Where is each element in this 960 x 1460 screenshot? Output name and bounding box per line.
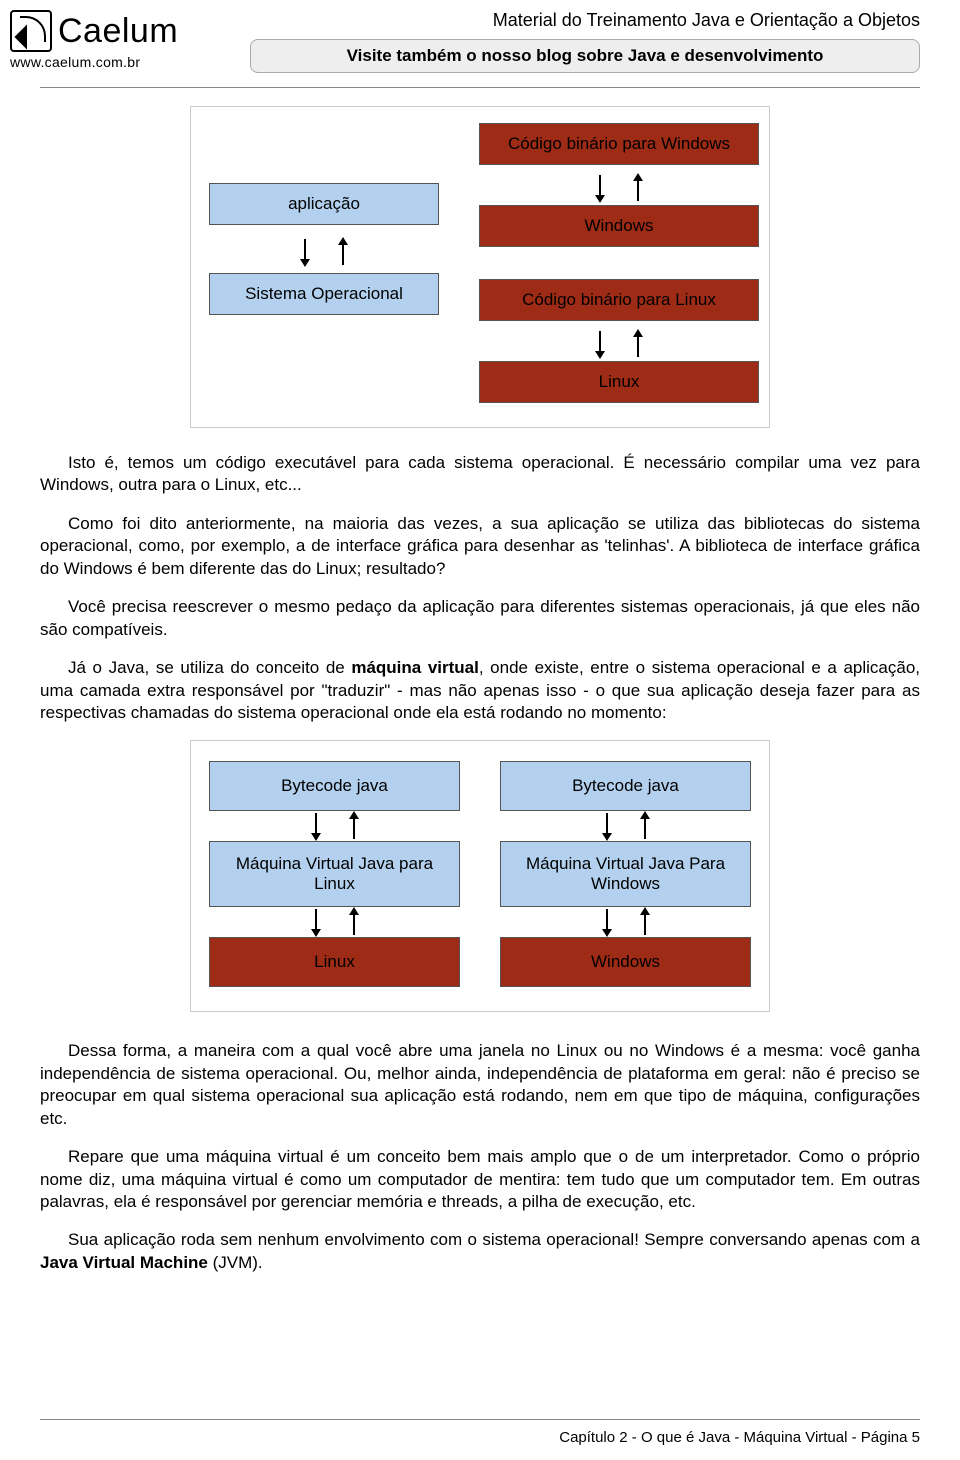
header-banner: Visite também o nosso blog sobre Java e … xyxy=(250,39,920,73)
arrow-up-icon xyxy=(644,909,646,935)
caelum-logo-icon xyxy=(10,10,52,52)
box-codigo-linux: Código binário para Linux xyxy=(479,279,759,321)
footer-divider xyxy=(40,1419,920,1420)
header-divider xyxy=(40,87,920,88)
header-material-title: Material do Treinamento Java e Orientaçã… xyxy=(250,10,920,31)
paragraph-5: Dessa forma, a maneira com a qual você a… xyxy=(40,1040,920,1130)
arrow-down-icon xyxy=(304,239,306,265)
page-footer: Capítulo 2 - O que é Java - Máquina Virt… xyxy=(559,1429,920,1446)
arrow-down-icon xyxy=(315,813,317,839)
p7-text-a: Sua aplicação roda sem nenhum envolvimen… xyxy=(68,1230,920,1249)
logo-url: www.caelum.com.br xyxy=(10,54,230,70)
arrow-up-icon xyxy=(353,909,355,935)
arrow-up-icon xyxy=(644,813,646,839)
paragraph-7: Sua aplicação roda sem nenhum envolvimen… xyxy=(40,1229,920,1274)
arrow-down-icon xyxy=(599,175,601,201)
diagram-native-compilation: aplicação Sistema Operacional Código bin… xyxy=(40,106,920,428)
arrow-up-icon xyxy=(637,331,639,357)
arrow-down-icon xyxy=(599,331,601,357)
paragraph-3: Você precisa reescrever o mesmo pedaço d… xyxy=(40,596,920,641)
arrow-down-icon xyxy=(606,813,608,839)
box-linux-os: Linux xyxy=(209,937,460,987)
arrow-down-icon xyxy=(315,909,317,935)
box-windows-os: Windows xyxy=(500,937,751,987)
logo-text: Caelum xyxy=(58,12,178,51)
paragraph-6: Repare que uma máquina virtual é um conc… xyxy=(40,1146,920,1213)
p4-text-a: Já o Java, se utiliza do conceito de xyxy=(68,658,351,677)
p4-bold: máquina virtual xyxy=(351,658,479,677)
header-right: Material do Treinamento Java e Orientaçã… xyxy=(250,10,920,73)
arrow-up-icon xyxy=(353,813,355,839)
box-sistema-operacional: Sistema Operacional xyxy=(209,273,439,315)
arrow-up-icon xyxy=(342,239,344,265)
box-windows: Windows xyxy=(479,205,759,247)
box-bytecode-linux: Bytecode java xyxy=(209,761,460,811)
box-aplicacao: aplicação xyxy=(209,183,439,225)
logo-block: Caelum www.caelum.com.br xyxy=(10,10,230,70)
arrow-down-icon xyxy=(606,909,608,935)
diagram-jvm: Bytecode java Máquina Virtual Java para … xyxy=(40,740,920,1012)
box-linux: Linux xyxy=(479,361,759,403)
paragraph-1: Isto é, temos um código executável para … xyxy=(40,452,920,497)
box-bytecode-windows: Bytecode java xyxy=(500,761,751,811)
paragraph-4: Já o Java, se utiliza do conceito de máq… xyxy=(40,657,920,724)
box-codigo-windows: Código binário para Windows xyxy=(479,123,759,165)
page-header: Caelum www.caelum.com.br Material do Tre… xyxy=(0,0,960,73)
arrow-up-icon xyxy=(637,175,639,201)
p7-bold: Java Virtual Machine xyxy=(40,1253,208,1272)
box-jvm-windows: Máquina Virtual Java Para Windows xyxy=(500,841,751,907)
p7-text-c: (JVM). xyxy=(208,1253,263,1272)
page-content: aplicação Sistema Operacional Código bin… xyxy=(0,106,960,1274)
paragraph-2: Como foi dito anteriormente, na maioria … xyxy=(40,513,920,580)
box-jvm-linux: Máquina Virtual Java para Linux xyxy=(209,841,460,907)
